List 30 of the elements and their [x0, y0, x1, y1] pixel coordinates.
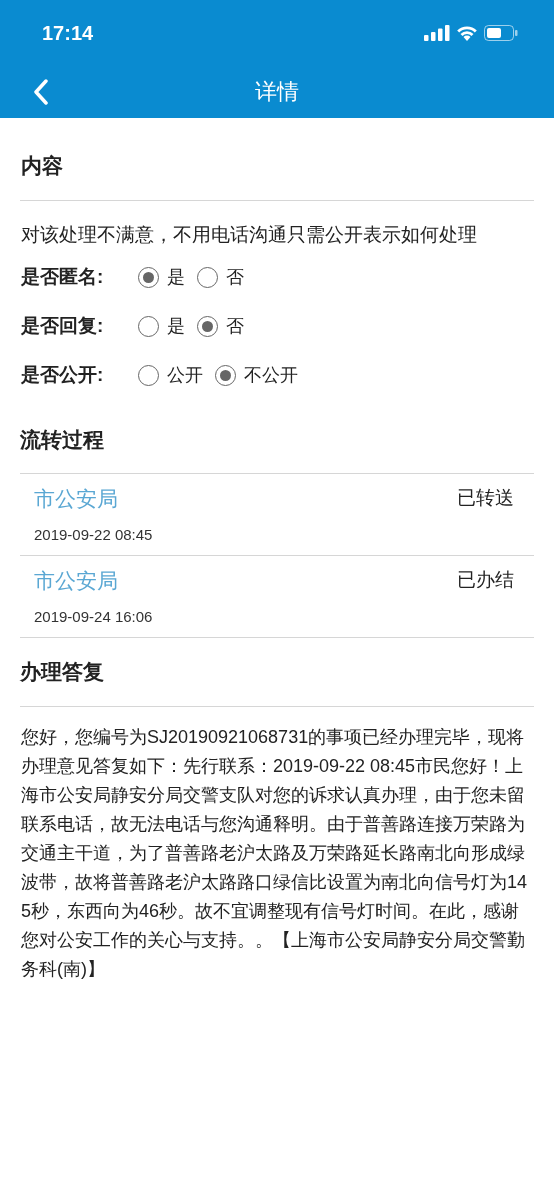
- radio-label: 是: [167, 265, 185, 289]
- page-title: 详情: [255, 78, 299, 106]
- field-label: 是否回复:: [21, 313, 105, 338]
- section-heading: 办理答复: [20, 660, 104, 683]
- record-time: 2019-09-24 16:06: [34, 607, 154, 627]
- reply-text: 您好，您编号为SJ20190921068731的事项已经办理完毕，现将办理意见答复如下：先行联系：2019-09-22 08:45市民您好！上海市公安局静安分局交警支队对您的诉求认真办理，由于您未留联系电话，故无法电话与您沟通释明。由于普善路连接万荣路为交通主干道，为了普善路老沪太路及万荣路延长路南北向形成绿波带，故将普善路老沪太路路口绿信比设置为南北向信号灯为145秒，东西向为46秒。故不宜调整现有信号灯时间。在此，感谢您对公安工作的关心与支持。。【上海市公安局静安分局交警勤务科(南)】: [21, 725, 529, 981]
- status-text: 已办结: [457, 568, 514, 592]
- wifi-icon: [456, 24, 478, 41]
- radio-label: 否: [226, 265, 244, 289]
- signal-icon: [424, 24, 450, 41]
- field-label: 是否公开:: [21, 362, 105, 387]
- radio-option[interactable]: 否: [197, 263, 244, 291]
- radio-option[interactable]: 公开: [138, 361, 203, 389]
- status-text: 已转送: [457, 486, 514, 510]
- radio-label: 公开: [167, 363, 203, 387]
- radio-label: 是: [167, 314, 185, 338]
- record-time: 2019-09-22 08:45: [34, 525, 154, 545]
- status-time: 17:14: [42, 20, 94, 46]
- radio-option[interactable]: 不公开: [215, 361, 298, 389]
- content-text: 对该处理不满意，不用电话沟通只需公开表示如何处理: [21, 222, 478, 247]
- section-heading: 内容: [21, 154, 63, 177]
- radio-option[interactable]: 是: [138, 263, 185, 291]
- battery-icon: [484, 24, 518, 41]
- radio-label: 不公开: [244, 363, 298, 387]
- radio-option[interactable]: 否: [197, 312, 244, 340]
- field-label: 是否匿名:: [21, 264, 105, 289]
- back-icon: [33, 79, 49, 105]
- radio-option[interactable]: 是: [138, 312, 185, 340]
- section-heading: 流转过程: [20, 427, 104, 451]
- radio-label: 否: [226, 314, 244, 338]
